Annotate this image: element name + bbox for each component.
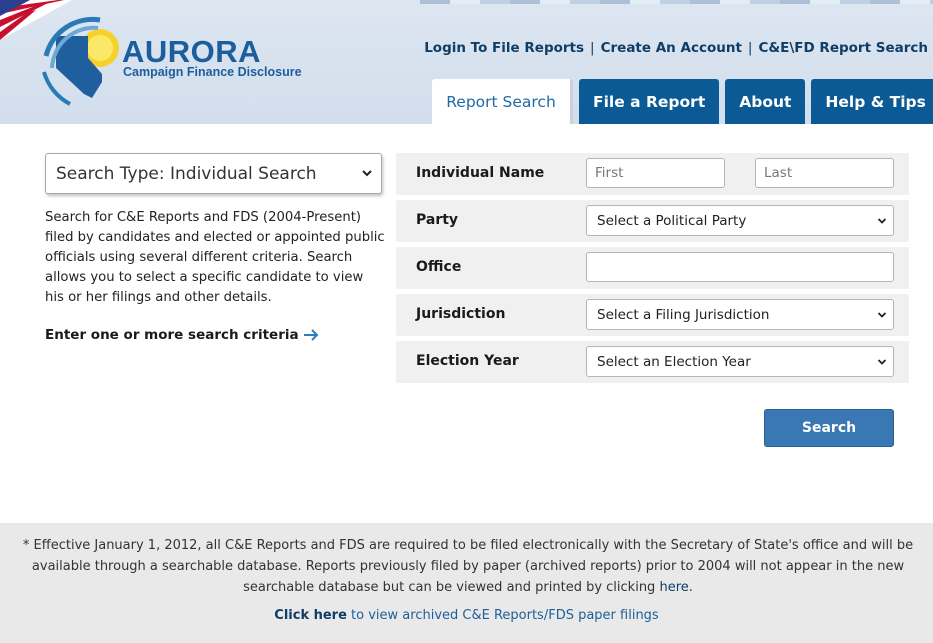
tab-help-tips[interactable]: Help & Tips: [811, 79, 933, 124]
party-select[interactable]: Select a Political Party: [586, 205, 894, 236]
party-row: Party Select a Political Party: [396, 200, 909, 242]
election-year-select[interactable]: Select an Election Year: [586, 346, 894, 377]
party-select-value: Select a Political Party: [597, 212, 747, 229]
enter-criteria-text: Enter one or more search criteria: [45, 327, 299, 343]
office-input[interactable]: [586, 252, 894, 282]
jurisdiction-select-value: Select a Filing Jurisdiction: [597, 306, 770, 323]
chevron-down-icon: [362, 170, 372, 177]
office-row: Office: [396, 247, 909, 289]
jurisdiction-label: Jurisdiction: [416, 306, 506, 322]
tab-file-a-report[interactable]: File a Report: [579, 79, 720, 124]
tab-about[interactable]: About: [725, 79, 806, 124]
search-button[interactable]: Search: [764, 409, 894, 447]
jurisdiction-select[interactable]: Select a Filing Jurisdiction: [586, 299, 894, 330]
jurisdiction-row: Jurisdiction Select a Filing Jurisdictio…: [396, 294, 909, 336]
create-account-link[interactable]: Create An Account: [601, 40, 742, 58]
footer-note: * Effective January 1, 2012, all C&E Rep…: [12, 535, 924, 598]
chevron-down-icon: [877, 312, 887, 318]
logo-subtitle: Campaign Finance Disclosure: [123, 65, 302, 79]
search-description: Search for C&E Reports and FDS (2004-Pre…: [45, 210, 385, 305]
link-separator: |: [747, 40, 753, 56]
election-year-row: Election Year Select an Election Year: [396, 341, 909, 383]
archive-link-text[interactable]: to view archived C&E Reports/FDS paper f…: [347, 608, 659, 623]
chevron-down-icon: [877, 218, 887, 224]
search-type-value: Search Type: Individual Search: [56, 163, 317, 184]
enter-criteria-hint: Enter one or more search criteria: [45, 327, 319, 343]
header-decoration: [420, 0, 933, 4]
office-label: Office: [416, 259, 462, 275]
last-name-input[interactable]: Last: [755, 158, 894, 188]
footer: * Effective January 1, 2012, all C&E Rep…: [0, 523, 933, 643]
arrow-right-icon: [303, 329, 319, 341]
election-year-select-value: Select an Election Year: [597, 353, 751, 370]
report-search-link[interactable]: C&E\FD Report Search: [758, 40, 928, 58]
link-separator: |: [590, 40, 595, 56]
archived-here-link[interactable]: here: [659, 580, 688, 595]
party-label: Party: [416, 212, 459, 228]
chevron-down-icon: [877, 359, 887, 365]
individual-name-row: Individual Name First Last: [396, 153, 909, 195]
main-tabs: Report Search File a Report About Help &…: [432, 79, 933, 124]
top-links: Login To File Reports | Create An Accoun…: [424, 40, 928, 58]
archive-link-bold[interactable]: Click here: [274, 608, 347, 623]
search-type-select[interactable]: Search Type: Individual Search: [45, 153, 382, 194]
nevada-logo-icon: [42, 16, 119, 106]
tab-report-search[interactable]: Report Search: [432, 79, 573, 124]
footer-note-text: * Effective January 1, 2012, all C&E Rep…: [22, 538, 914, 595]
login-link[interactable]: Login To File Reports: [424, 40, 584, 58]
archive-link[interactable]: Click here to view archived C&E Reports/…: [0, 608, 933, 623]
footer-note-end: .: [688, 580, 693, 595]
site-header: AURORA Campaign Finance Disclosure Login…: [0, 0, 933, 124]
individual-name-label: Individual Name: [416, 165, 545, 181]
election-year-label: Election Year: [416, 353, 519, 369]
first-name-input[interactable]: First: [586, 158, 725, 188]
